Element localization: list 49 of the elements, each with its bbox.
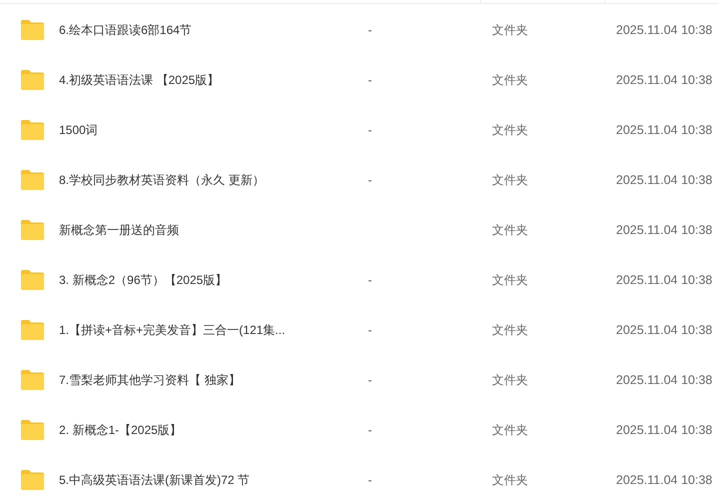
modified-date: 2025.11.04 10:38 — [615, 223, 712, 237]
modified-date: 2025.11.04 10:38 — [615, 373, 712, 387]
file-size: - — [367, 323, 372, 337]
file-name[interactable]: 5.中高级英语语法课(新课首发)72 节 — [59, 472, 250, 488]
modified-date: 2025.11.04 10:38 — [615, 323, 712, 337]
file-size: - — [367, 123, 372, 137]
file-name[interactable]: 4.初级英语语法课 【2025版】 — [59, 72, 220, 88]
file-type: 文件夹 — [491, 272, 528, 286]
file-type: 文件夹 — [491, 222, 528, 236]
file-name[interactable]: 6.绘本口语跟读6部164节 — [59, 22, 192, 38]
modified-date: 2025.11.04 10:38 — [615, 173, 712, 187]
file-name[interactable]: 7.雪梨老师其他学习资料【 独家】 — [59, 372, 240, 388]
file-name[interactable]: 2. 新概念1-【2025版】 — [59, 422, 182, 438]
file-type: 文件夹 — [491, 72, 528, 86]
file-type: 文件夹 — [491, 22, 528, 36]
folder-icon — [20, 169, 45, 191]
file-type: 文件夹 — [491, 422, 528, 436]
file-size: - — [367, 273, 372, 287]
folder-icon — [20, 269, 45, 291]
file-size: - — [367, 373, 372, 387]
folder-icon — [20, 19, 45, 41]
folder-icon — [20, 369, 45, 391]
file-type: 文件夹 — [491, 172, 528, 186]
folder-icon — [20, 419, 45, 441]
modified-date: 2025.11.04 10:38 — [615, 73, 712, 87]
file-size: - — [367, 473, 372, 487]
folder-icon — [20, 469, 45, 491]
folder-icon — [20, 69, 45, 91]
file-size: - — [367, 423, 372, 437]
file-size: - — [367, 173, 372, 187]
file-size: - — [367, 23, 372, 37]
modified-date: 2025.11.04 10:38 — [615, 423, 712, 437]
file-name[interactable]: 8.学校同步教材英语资料（永久 更新） — [59, 172, 264, 188]
file-type: 文件夹 — [491, 122, 528, 136]
file-name[interactable]: 1500词 — [59, 122, 98, 138]
modified-date: 2025.11.04 10:38 — [615, 123, 712, 137]
file-name[interactable]: 3. 新概念2（96节）【2025版】 — [59, 272, 228, 288]
file-size: - — [367, 73, 372, 87]
folder-icon — [20, 119, 45, 141]
file-type: 文件夹 — [491, 472, 528, 486]
file-type: 文件夹 — [491, 372, 528, 386]
modified-date: 2025.11.04 10:38 — [615, 473, 712, 487]
file-name[interactable]: 1.【拼读+音标+完美发音】三合一(121集... — [59, 322, 286, 338]
modified-date: 2025.11.04 10:38 — [615, 23, 712, 37]
modified-date: 2025.11.04 10:38 — [615, 273, 712, 287]
folder-icon — [20, 319, 45, 341]
folder-icon — [20, 219, 45, 241]
file-type: 文件夹 — [491, 322, 528, 336]
file-name[interactable]: 新概念第一册送的音频 — [59, 222, 179, 238]
